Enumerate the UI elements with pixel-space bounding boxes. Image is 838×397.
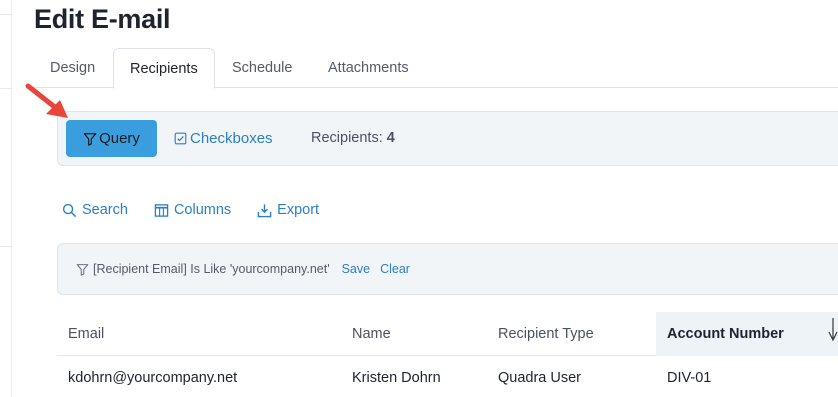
recipients-count: Recipients: 4	[311, 120, 395, 157]
table-header: Email Name Recipient Type Account Number	[57, 312, 838, 356]
query-button[interactable]: Query	[66, 120, 157, 157]
left-panel-edge	[0, 0, 12, 397]
columns-icon	[154, 203, 169, 217]
cell-account-number: DIV-01	[667, 370, 712, 386]
recipients-toolbar: Query Checkboxes Recipients: 4	[57, 111, 838, 166]
tab-bar: Design Recipients Schedule Attachments	[32, 48, 838, 89]
columns-button[interactable]: Columns	[154, 202, 231, 218]
annotation-arrow	[25, 83, 68, 118]
page-title: Edit E-mail	[34, 4, 171, 34]
column-header-name[interactable]: Name	[352, 312, 391, 356]
recipients-count-label: Recipients:	[311, 130, 383, 146]
checkboxes-label: Checkboxes	[190, 130, 273, 147]
tab-recipients[interactable]: Recipients	[113, 48, 215, 89]
column-header-recipient-type[interactable]: Recipient Type	[498, 312, 594, 356]
search-label: Search	[82, 202, 128, 218]
filter-clear-link[interactable]: Clear	[380, 262, 410, 276]
cell-name: Kristen Dohrn	[352, 370, 441, 386]
search-icon	[62, 203, 77, 217]
cell-recipient-type: Quadra User	[498, 370, 582, 386]
export-button[interactable]: Export	[257, 202, 319, 218]
column-header-account-number[interactable]: Account Number	[656, 312, 838, 356]
recipients-count-value: 4	[386, 130, 395, 146]
filter-icon	[83, 132, 97, 146]
checkboxes-button[interactable]: Checkboxes	[174, 120, 273, 157]
tab-schedule[interactable]: Schedule	[216, 48, 308, 88]
filter-icon	[76, 263, 89, 276]
checkbox-icon	[174, 132, 187, 145]
query-label: Query	[99, 130, 140, 147]
search-button[interactable]: Search	[62, 202, 128, 218]
cell-email: kdohrn@yourcompany.net	[68, 370, 238, 386]
active-filter-bar: [Recipient Email] Is Like 'yourcompany.n…	[57, 243, 838, 295]
export-label: Export	[277, 202, 320, 218]
grid-actions: Search Columns Export	[62, 199, 345, 221]
tab-attachments[interactable]: Attachments	[312, 48, 425, 88]
resize-cursor	[828, 318, 838, 342]
column-header-email[interactable]: Email	[68, 312, 104, 356]
columns-label: Columns	[173, 202, 232, 218]
table-row[interactable]: kdohrn@yourcompany.net Kristen Dohrn Qua…	[57, 357, 838, 397]
filter-expression: [Recipient Email] Is Like 'yourcompany.n…	[93, 262, 330, 276]
filter-save-link[interactable]: Save	[342, 262, 371, 276]
export-icon	[257, 203, 272, 217]
